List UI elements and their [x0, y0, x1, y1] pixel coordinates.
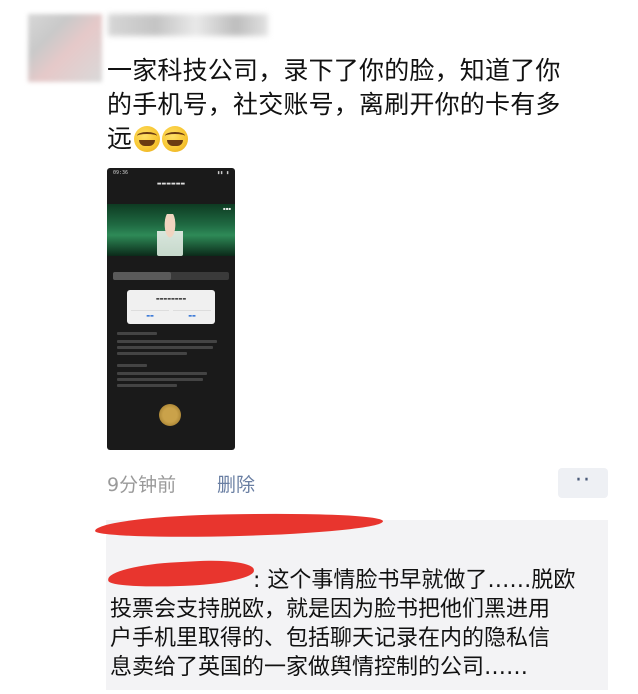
post-timestamp: 9分钟前 [107, 474, 177, 496]
phone-dialog: ▬▬▬▬▬▬▬▬ ▬▬ ▬▬ [127, 290, 215, 324]
video-badge: ▪▪▪ [222, 206, 231, 211]
video-person [157, 214, 183, 256]
avatar[interactable] [28, 14, 102, 82]
post-text-line: 的手机号，社交账号，离刷开你的卡有多 [107, 90, 561, 119]
phone-status-bar: 09:36 ▮▮ ▮ [113, 170, 229, 176]
delete-link[interactable]: 删除 [217, 470, 255, 497]
comment-line: 投票会支持脱欧，就是因为脸书把他们黑进用 [110, 597, 551, 622]
phone-app-title: ▬▬▬▬▬▬ [156, 181, 186, 187]
laugh-cry-icon [162, 126, 189, 152]
dialog-cancel-button: ▬▬ [131, 310, 169, 321]
phone-video-frame: ▪▪▪ [107, 204, 235, 256]
comment-line: 息卖给了英国的一家做舆情控制的公司…… [110, 655, 529, 680]
post-text: 一家科技公司，录下了你的脸，知道了你 的手机号，社交账号，离刷开你的卡有多 远 [107, 54, 617, 156]
comment-line: 户手机里取得的、包括聊天记录在内的隐私信 [110, 626, 551, 651]
phone-record-button [159, 404, 181, 426]
more-actions-button[interactable]: ·· [558, 468, 608, 498]
dialog-text: ▬▬▬▬▬▬▬▬ [155, 296, 187, 301]
post-text-line: 远 [107, 122, 617, 156]
post-image-screenshot[interactable]: 09:36 ▮▮ ▮ ▬▬▬▬▬▬ ▪▪▪ ▬▬▬▬▬▬▬▬ ▬▬ ▬▬ [107, 168, 235, 450]
laugh-cry-icon [134, 126, 161, 152]
poster-name-redacted[interactable] [108, 14, 268, 36]
phone-tabs [113, 272, 229, 280]
dialog-confirm-button: ▬▬ [173, 310, 211, 321]
post-text-line: 一家科技公司，录下了你的脸，知道了你 [107, 56, 561, 85]
